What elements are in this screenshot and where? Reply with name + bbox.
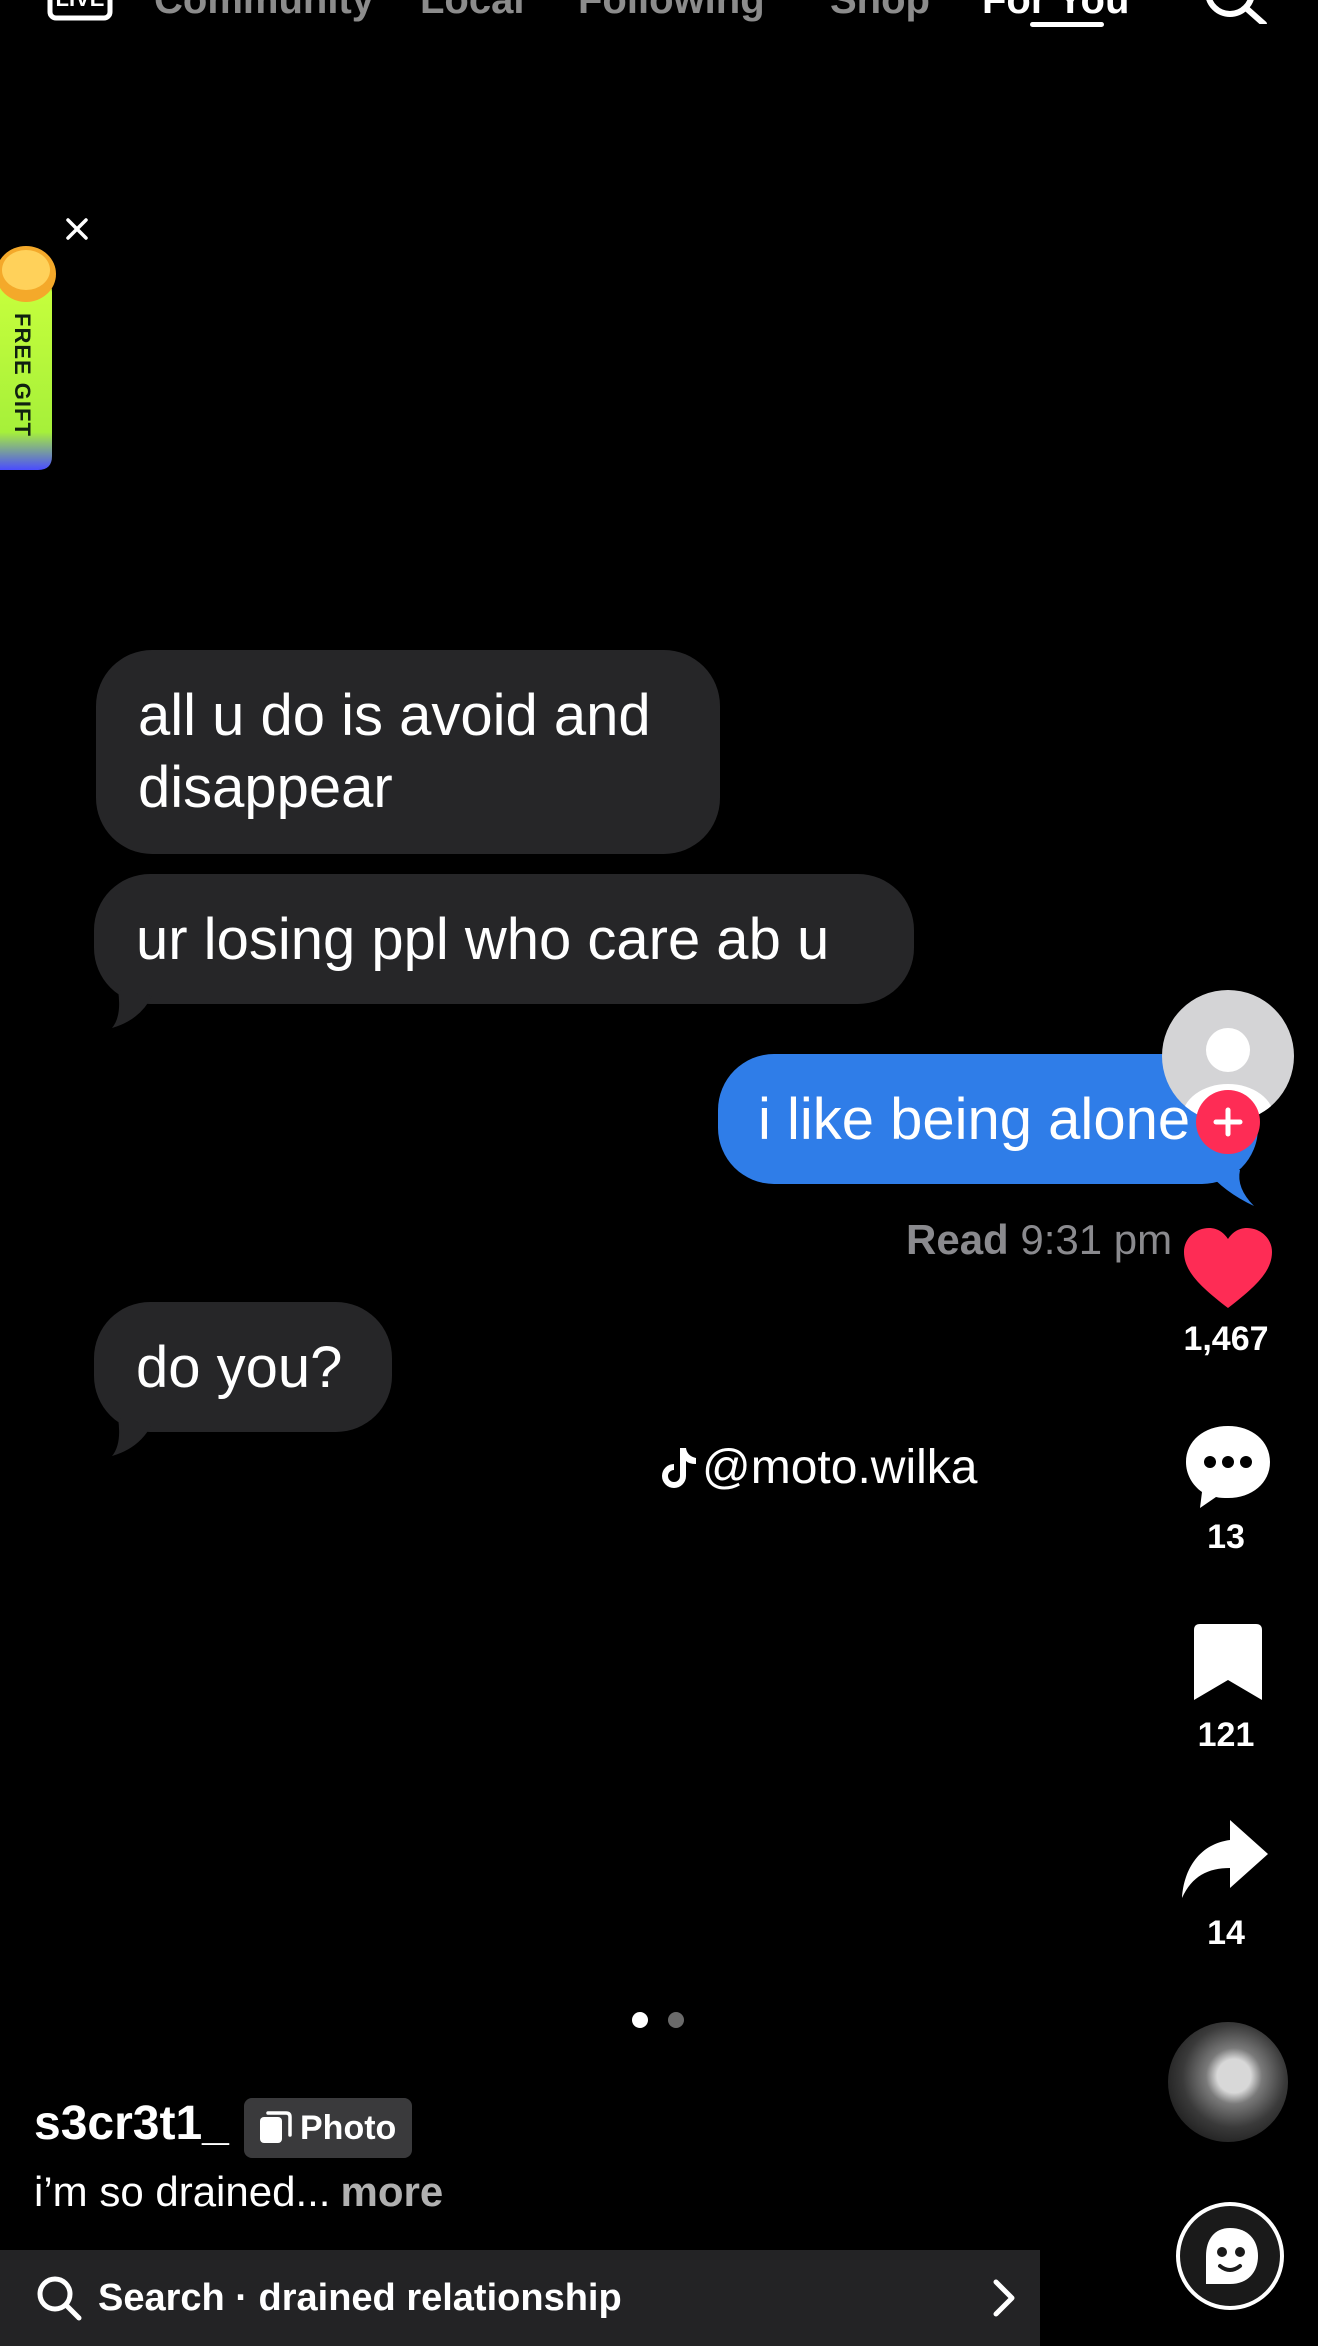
page-dot xyxy=(668,2012,684,2028)
search-icon[interactable] xyxy=(1200,0,1270,24)
read-receipt: Read 9:31 pm xyxy=(906,1216,1172,1264)
heart-icon[interactable] xyxy=(1182,1226,1274,1310)
post-caption[interactable]: i’m so drained... more xyxy=(34,2168,443,2216)
caption-text: i’m so drained... xyxy=(34,2168,331,2215)
author-username[interactable]: s3cr3t1_ xyxy=(34,2096,229,2151)
top-nav: LIVE Community Local Following Shop For … xyxy=(0,0,1318,38)
music-disc[interactable] xyxy=(1168,2022,1288,2142)
message-received: do you? xyxy=(94,1302,392,1432)
comment-count: 13 xyxy=(1207,1518,1245,1556)
follow-button[interactable] xyxy=(1196,1090,1260,1154)
bubble-tail xyxy=(112,990,152,1028)
message-received: ur losing ppl who care ab u xyxy=(94,874,914,1004)
bubble-tail xyxy=(1206,1170,1254,1206)
message-received: all u do is avoid and disappear xyxy=(96,650,720,854)
svg-text:LIVE: LIVE xyxy=(56,0,105,11)
like-count: 1,467 xyxy=(1183,1320,1269,1358)
live-tv-icon[interactable]: LIVE xyxy=(46,0,114,22)
ai-assistant-button[interactable] xyxy=(1176,2202,1284,2310)
photo-badge-label: Photo xyxy=(300,2108,397,2147)
tiktok-watermark: @moto.wilka xyxy=(660,1440,977,1495)
tab-shop[interactable]: Shop xyxy=(830,0,930,23)
tab-following[interactable]: Following xyxy=(578,0,765,23)
read-label: Read xyxy=(906,1216,1009,1263)
watermark-handle: @moto.wilka xyxy=(702,1441,978,1494)
bubble-tail xyxy=(112,1418,152,1456)
free-gift-label: FREE GIFT xyxy=(10,313,35,437)
chevron-right-icon xyxy=(993,2279,1015,2317)
active-tab-indicator xyxy=(1030,22,1104,27)
page-dot-active xyxy=(632,2012,648,2028)
assistant-face-icon xyxy=(1206,2228,1258,2284)
search-suggestion-text: Search · drained relationship xyxy=(98,2276,622,2319)
tab-local[interactable]: Local xyxy=(420,0,524,23)
close-icon[interactable] xyxy=(60,212,94,246)
share-icon[interactable] xyxy=(1182,1820,1268,1900)
save-count: 121 xyxy=(1197,1716,1255,1754)
search-suggestion-bar[interactable]: Search · drained relationship xyxy=(0,2250,1040,2346)
tab-for-you[interactable]: For You xyxy=(982,0,1129,23)
photo-badge: Photo xyxy=(244,2098,413,2158)
tiktok-logo-icon xyxy=(662,1447,696,1488)
comment-icon[interactable] xyxy=(1184,1424,1272,1508)
bookmark-icon[interactable] xyxy=(1194,1624,1262,1702)
share-count: 14 xyxy=(1207,1914,1245,1952)
read-time: 9:31 pm xyxy=(1020,1216,1173,1263)
photo-mode-icon xyxy=(260,2111,292,2143)
plus-icon xyxy=(1213,1107,1243,1137)
search-icon xyxy=(37,2276,82,2321)
tab-community[interactable]: Community xyxy=(154,0,374,23)
more-link[interactable]: more xyxy=(340,2168,443,2215)
